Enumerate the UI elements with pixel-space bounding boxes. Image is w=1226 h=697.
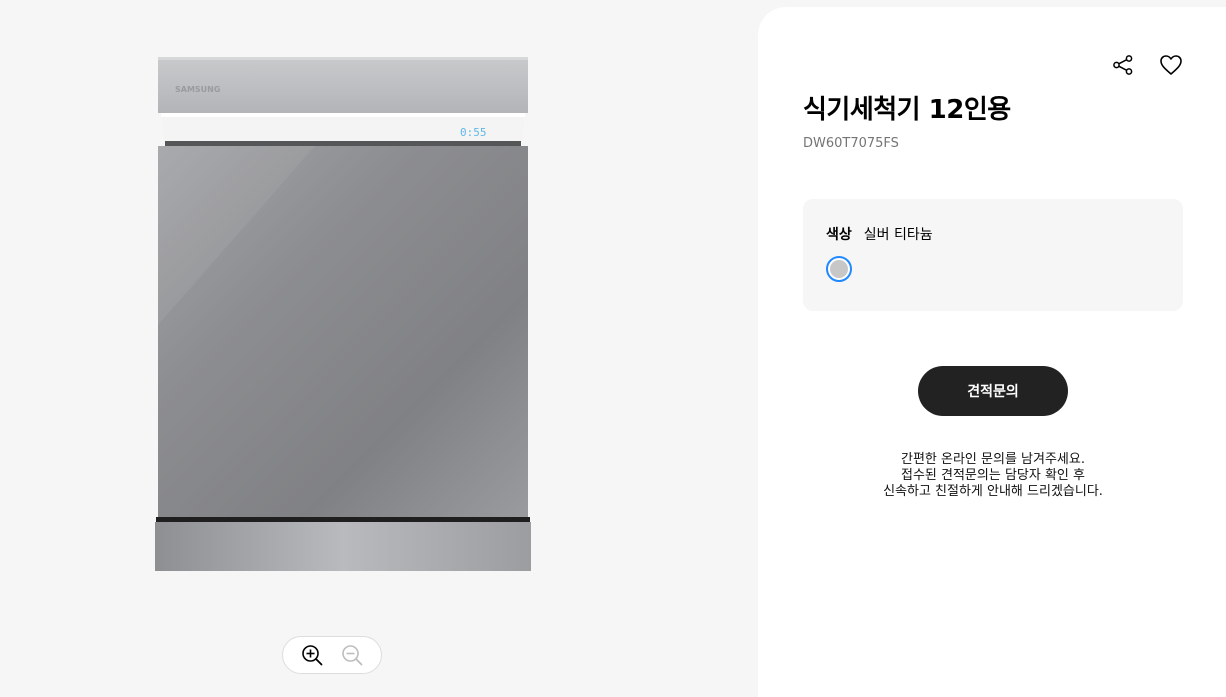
color-option-value: 실버 티타늄	[863, 227, 933, 243]
color-option-row: 색상 실버 티타늄	[826, 224, 933, 244]
quote-inquiry-button[interactable]: 견적문의	[918, 366, 1068, 416]
product-info-panel: 식기세척기 12인용 DW60T7075FS 색상 실버 티타늄 견적문의 간편…	[758, 7, 1226, 697]
zoom-controls	[282, 636, 382, 674]
zoom-in-icon[interactable]	[300, 643, 324, 667]
brand-logo: SAMSUNG	[175, 85, 220, 94]
model-code: DW60T7075FS	[803, 136, 899, 151]
product-actions	[1110, 52, 1184, 78]
color-swatch-fill	[830, 260, 848, 278]
zoom-out-icon[interactable]	[340, 643, 364, 667]
notice-line: 간편한 온라인 문의를 남겨주세요.	[901, 452, 1085, 467]
product-title: 식기세척기 12인용	[803, 95, 1011, 125]
notice-line: 접수된 견적문의는 담당자 확인 후	[901, 468, 1085, 483]
product-gallery: SAMSUNG 0:55	[0, 0, 758, 682]
inquiry-notice: 간편한 온라인 문의를 남겨주세요. 접수된 견적문의는 담당자 확인 후 신속…	[803, 452, 1183, 500]
color-option-label: 색상	[826, 227, 852, 243]
product-image[interactable]: SAMSUNG 0:55	[155, 55, 531, 571]
share-icon[interactable]	[1110, 52, 1136, 78]
dishwasher-kick-plate	[155, 522, 531, 571]
color-option-box: 색상 실버 티타늄	[803, 199, 1183, 311]
color-swatch-silver-titanium[interactable]	[826, 256, 852, 282]
heart-icon[interactable]	[1158, 52, 1184, 78]
led-display: 0:55	[460, 126, 487, 139]
notice-line: 신속하고 친절하게 안내해 드리겠습니다.	[883, 484, 1103, 499]
